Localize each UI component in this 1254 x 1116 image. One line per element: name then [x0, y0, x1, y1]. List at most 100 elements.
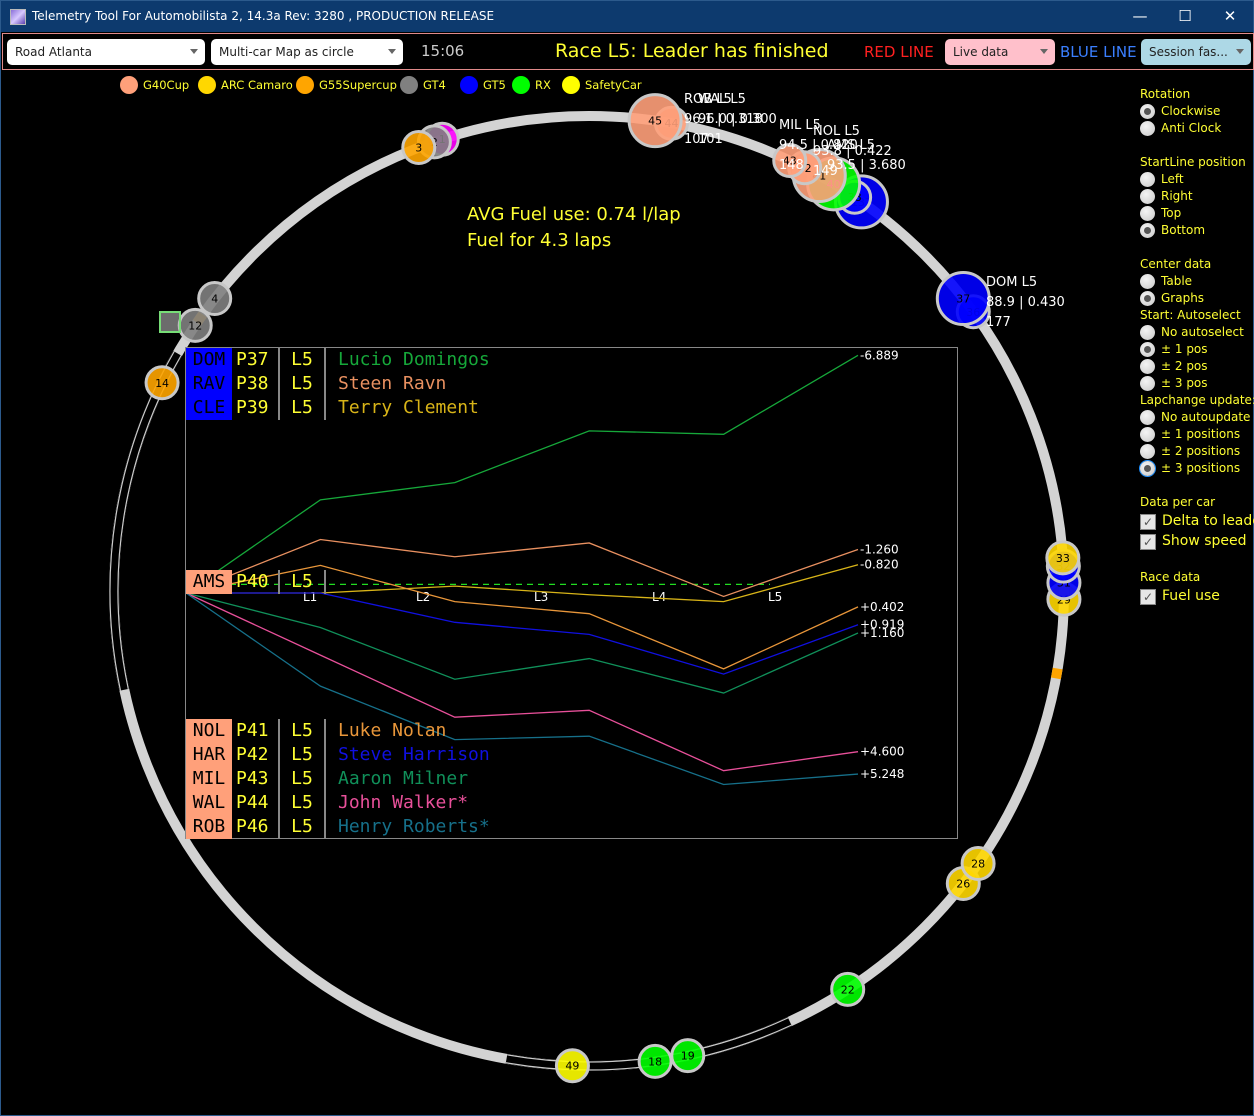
- blue-line-value: Session fas...: [1149, 45, 1228, 59]
- option-label: ± 1 pos: [1161, 342, 1208, 356]
- car-number: 28: [971, 857, 985, 870]
- driver-code: MIL: [186, 767, 232, 791]
- driver-code: CLE: [186, 396, 232, 420]
- driver-lap: L5: [280, 743, 326, 767]
- driver-name: Terry Clement: [338, 397, 479, 418]
- car-marker-45[interactable]: 45: [627, 93, 683, 149]
- car-marker-3[interactable]: 3: [401, 130, 437, 166]
- blue-line-select[interactable]: Session fas...: [1141, 39, 1251, 65]
- option-label: Clockwise: [1161, 104, 1221, 118]
- app-window: Telemetry Tool For Automobilista 2, 14.3…: [0, 0, 1254, 1116]
- series-end-label-rav: -1.260: [860, 543, 899, 557]
- radio-button[interactable]: [1140, 325, 1155, 340]
- title-bar: Telemetry Tool For Automobilista 2, 14.3…: [1, 1, 1253, 32]
- radio-button[interactable]: [1140, 189, 1155, 204]
- driver-lap: L5: [280, 791, 326, 815]
- radio-button[interactable]: [1140, 291, 1155, 306]
- driver-lap: L5: [280, 396, 326, 420]
- car-number: 49: [565, 1060, 579, 1073]
- series-end-label-mil: +1.160: [860, 626, 904, 640]
- radio-button[interactable]: [1140, 223, 1155, 238]
- sector-marker: [1050, 667, 1063, 680]
- driver-name: John Walker*: [338, 792, 469, 813]
- radio-button[interactable]: [1140, 461, 1155, 476]
- driver-code: RAV: [186, 372, 232, 396]
- checkbox-label: Delta to leader: [1162, 513, 1254, 529]
- x-tick-label: L4: [652, 590, 666, 604]
- driver-code: ROB: [186, 815, 232, 839]
- option-label: ± 3 positions: [1161, 461, 1241, 475]
- car-marker-12[interactable]: 12: [177, 307, 213, 343]
- radio-button[interactable]: [1140, 172, 1155, 187]
- radio-button[interactable]: [1140, 121, 1155, 136]
- radio-button[interactable]: [1140, 410, 1155, 425]
- maximize-button[interactable]: ☐: [1162, 1, 1208, 32]
- checkbox[interactable]: ✓: [1140, 514, 1156, 530]
- option-label: Anti Clock: [1161, 121, 1222, 135]
- option-label: Bottom: [1161, 223, 1206, 237]
- radio-button[interactable]: [1140, 427, 1155, 442]
- series-end-label-cle: -0.820: [860, 558, 899, 572]
- driver-name: Luke Nolan: [338, 720, 447, 741]
- minimize-button[interactable]: —: [1117, 1, 1163, 32]
- driver-lap: L5: [280, 570, 326, 594]
- checkbox[interactable]: ✓: [1140, 589, 1156, 605]
- driver-name: Henry Roberts*: [338, 816, 490, 837]
- radio-button[interactable]: [1140, 104, 1155, 119]
- car-number: 26: [956, 877, 970, 890]
- option-label: Graphs: [1161, 291, 1205, 305]
- car-number: 4: [211, 293, 218, 306]
- driver-code: WAL: [186, 791, 232, 815]
- driver-position: P40: [236, 570, 280, 594]
- car-marker-4[interactable]: 4: [197, 281, 233, 317]
- car-number: 18: [648, 1055, 662, 1068]
- radio-button[interactable]: [1140, 359, 1155, 374]
- car-marker-22[interactable]: 22: [830, 971, 866, 1007]
- race-title: Race data: [1140, 570, 1201, 584]
- car-number: 45: [648, 115, 662, 128]
- series-line-har: [186, 592, 859, 675]
- driver-position: P39: [236, 396, 280, 420]
- fuel-laps-left: Fuel for 4.3 laps: [467, 230, 612, 251]
- option-label: ± 2 pos: [1161, 359, 1208, 373]
- car-marker-14[interactable]: 14: [144, 365, 180, 401]
- car-marker-19[interactable]: 19: [670, 1038, 706, 1074]
- startline-title: StartLine position: [1140, 155, 1246, 169]
- driver-position: P46: [236, 815, 280, 839]
- car-marker-37[interactable]: 37: [935, 271, 991, 327]
- driver-position: P42: [236, 743, 280, 767]
- rotation-title: Rotation: [1140, 87, 1191, 101]
- x-tick-label: L5: [768, 590, 782, 604]
- center-title: Center data: [1140, 257, 1212, 271]
- radio-button[interactable]: [1140, 376, 1155, 391]
- car-marker-33[interactable]: 33: [1045, 540, 1081, 576]
- car-number: 14: [155, 377, 169, 390]
- car-info-line: 88.9 | 0.430: [986, 295, 1065, 310]
- driver-name: Aaron Milner: [338, 768, 469, 789]
- car-marker-28[interactable]: 28: [960, 845, 996, 881]
- close-button[interactable]: ✕: [1207, 1, 1253, 32]
- car-number: 12: [188, 319, 202, 332]
- car-info-line: 148: [779, 158, 804, 173]
- driver-position: P44: [236, 791, 280, 815]
- avg-fuel-use: AVG Fuel use: 0.74 l/lap: [467, 204, 681, 225]
- selected-car-marker[interactable]: [159, 311, 181, 333]
- car-marker-49[interactable]: 49: [554, 1048, 590, 1084]
- car-marker-18[interactable]: 18: [637, 1043, 673, 1079]
- car-info-line: 177: [986, 315, 1011, 330]
- checkbox[interactable]: ✓: [1140, 534, 1156, 550]
- car-number: 22: [841, 983, 855, 996]
- radio-button[interactable]: [1140, 206, 1155, 221]
- car-info-line: AMS L5: [827, 138, 875, 153]
- driver-position: P43: [236, 767, 280, 791]
- driver-lap: L5: [280, 348, 326, 372]
- radio-button[interactable]: [1140, 342, 1155, 357]
- driver-code: NOL: [186, 719, 232, 743]
- car-info-line: NOL L5: [813, 124, 860, 139]
- radio-button[interactable]: [1140, 444, 1155, 459]
- driver-code: HAR: [186, 743, 232, 767]
- driver-name: Lucio Domingos: [338, 349, 490, 370]
- car-info-line: 96.0 | 0.300: [698, 112, 777, 127]
- driver-position: P38: [236, 372, 280, 396]
- radio-button[interactable]: [1140, 274, 1155, 289]
